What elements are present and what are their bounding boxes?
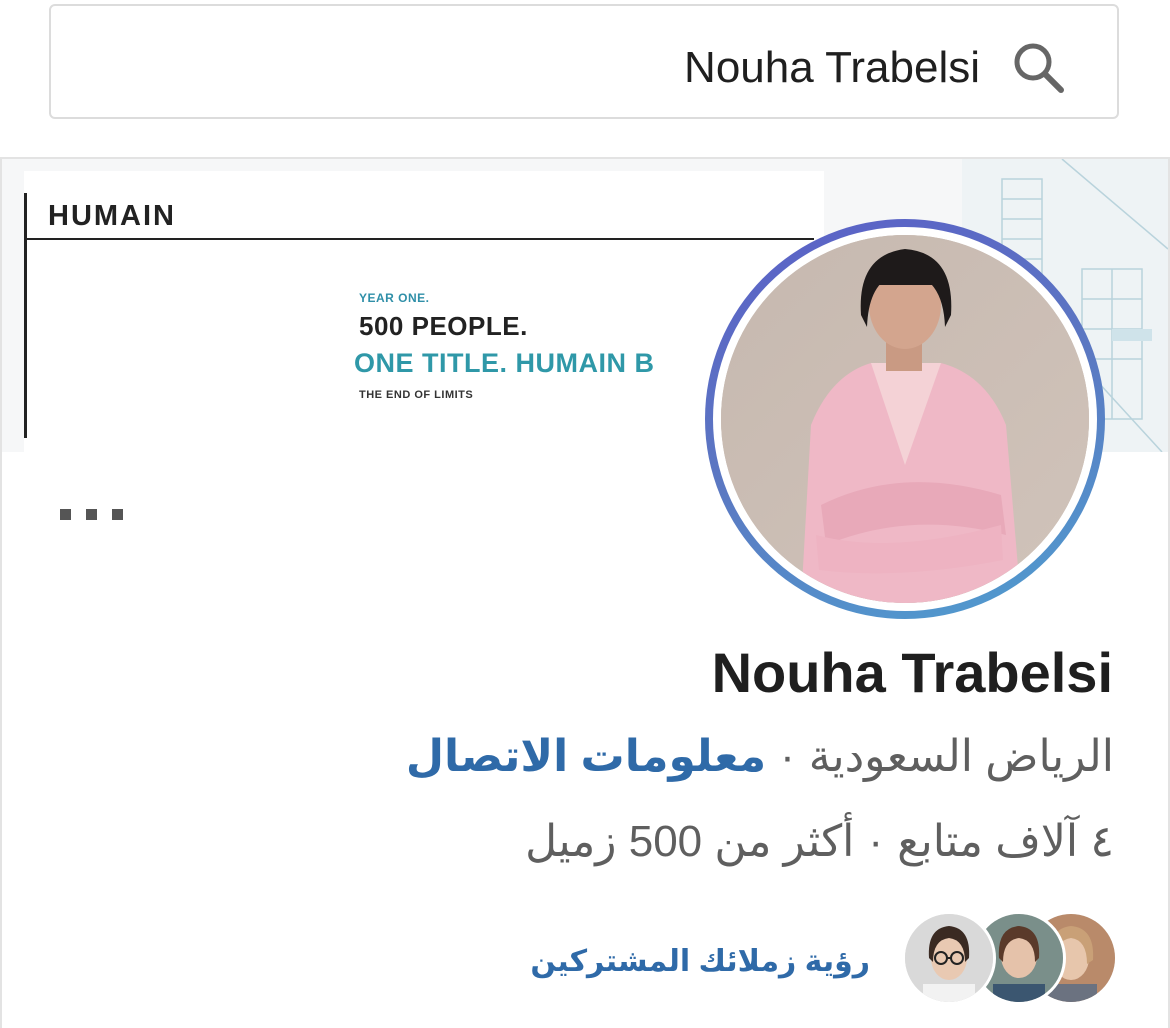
location-text: الرياض السعودية: [808, 732, 1114, 781]
profile-card: HUMAIN YEAR ONE. 500 PEOPLE. ONE TITLE. …: [0, 157, 1170, 1028]
location-line: الرياض السعودية · معلومات الاتصال: [406, 729, 1114, 785]
contact-info-link[interactable]: معلومات الاتصال: [406, 732, 766, 781]
profile-name: Nouha Trabelsi: [711, 641, 1113, 704]
banner-title-text: ONE TITLE. HUMAIN B: [354, 348, 655, 378]
banner-tagline: THE END OF LIMITS: [359, 389, 474, 401]
separator-dot: ·: [868, 817, 884, 866]
stats-line: ٤ آلاف متابع · أكثر من 500 زميل: [525, 814, 1114, 870]
avatar-ring: [705, 219, 1105, 619]
more-options-button[interactable]: [58, 497, 128, 537]
separator-dot: ·: [780, 732, 795, 781]
followers-count[interactable]: ٤ آلاف متابع: [897, 817, 1114, 866]
connections-count[interactable]: أكثر من 500 زميل: [525, 817, 854, 866]
banner-year-text: YEAR ONE.: [359, 291, 430, 305]
mutual-avatars[interactable]: [900, 909, 1120, 1005]
more-dot-icon: [112, 509, 123, 520]
avatar[interactable]: [721, 235, 1089, 603]
profile-photo: [721, 235, 1089, 603]
mutual-connections-link[interactable]: رؤية زملائك المشتركين: [530, 944, 870, 979]
more-dot-icon: [86, 509, 97, 520]
search-icon[interactable]: [1009, 38, 1069, 98]
banner-logo: HUMAIN: [48, 200, 176, 232]
banner-ad: HUMAIN YEAR ONE. 500 PEOPLE. ONE TITLE. …: [24, 171, 824, 452]
mutual-avatar: [902, 911, 996, 1005]
search-input[interactable]: Nouha Trabelsi: [684, 42, 980, 94]
search-bar[interactable]: Nouha Trabelsi: [49, 4, 1119, 119]
more-dot-icon: [60, 509, 71, 520]
banner-people-text: 500 PEOPLE.: [359, 311, 528, 341]
